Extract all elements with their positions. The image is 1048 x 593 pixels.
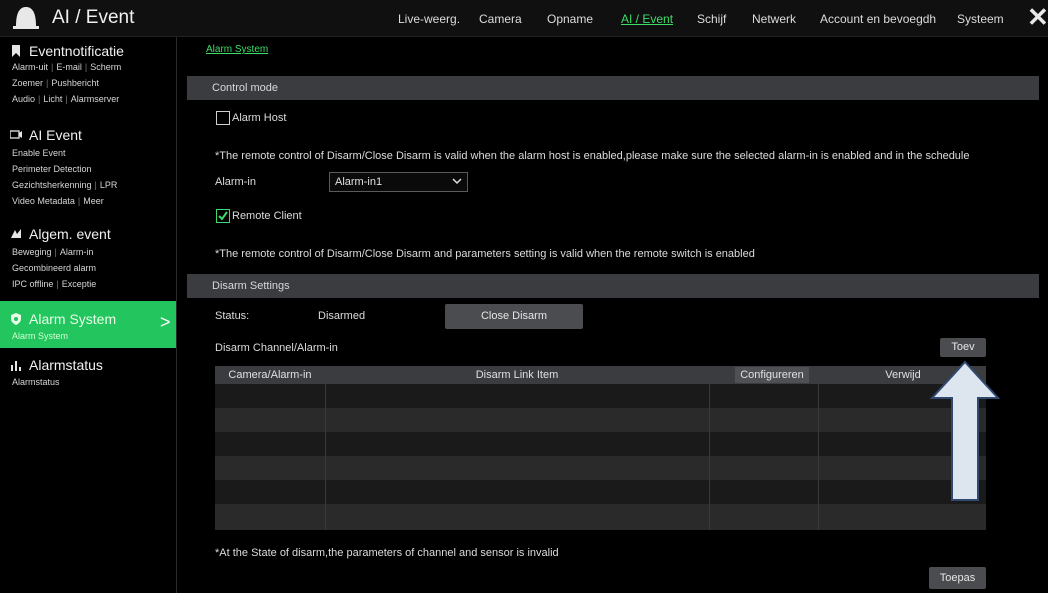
chevron-right-icon: > — [160, 312, 171, 332]
nav-recording[interactable]: Opname — [547, 12, 593, 26]
sidebar-line: Zoemer | Pushbericht — [12, 78, 99, 88]
sidebar-heading-alarm-status[interactable]: Alarmstatus — [10, 357, 103, 373]
section-header-control-mode: Control mode — [187, 76, 1039, 100]
chevron-down-icon — [452, 178, 462, 185]
checkmark-icon — [218, 211, 228, 221]
section-header-disarm-settings: Disarm Settings — [187, 274, 1039, 298]
nav-disk[interactable]: Schijf — [697, 12, 726, 26]
sidebar-item-alarm-system[interactable]: Alarm System Alarm System > — [0, 301, 176, 348]
sidebar-item-alarm-out[interactable]: Alarm-uit — [12, 62, 48, 72]
column-divider — [325, 384, 326, 530]
table-row — [215, 504, 986, 530]
sidebar-heading-event-notification[interactable]: Eventnotificatie — [10, 43, 124, 59]
sidebar-line: Alarm-uit | E-mail | Scherm — [12, 62, 122, 72]
sidebar-item-exception[interactable]: Exceptie — [62, 279, 97, 289]
sidebar-item-buzzer[interactable]: Zoemer — [12, 78, 43, 88]
sidebar-item-lpr[interactable]: LPR — [100, 180, 118, 190]
sidebar-heading-ai-event[interactable]: AI Event — [10, 127, 82, 143]
apply-button[interactable]: Toepas — [929, 567, 986, 589]
nav-live-view[interactable]: Live-weerg. — [398, 12, 460, 26]
sidebar-item-combined-alarm[interactable]: Gecombineerd alarm — [12, 263, 96, 273]
table-row — [215, 456, 986, 480]
sidebar-heading-alarm-system: Alarm System — [10, 311, 116, 327]
sidebar-item-light[interactable]: Licht — [43, 94, 62, 104]
alarm-in-label: Alarm-in — [215, 176, 256, 188]
top-bar: AI / Event Live-weerg. Camera Opname AI … — [0, 0, 1048, 37]
nav-account[interactable]: Account en bevoegdh — [820, 12, 936, 26]
alarm-host-note: *The remote control of Disarm/Close Disa… — [215, 150, 970, 162]
sidebar-subitem-alarm-system[interactable]: Alarm System — [12, 331, 68, 341]
alarm-host-label: Alarm Host — [232, 112, 287, 124]
sidebar-item-motion[interactable]: Beweging — [12, 247, 52, 257]
disarm-table: Camera/Alarm-in Disarm Link Item Configu… — [215, 366, 986, 530]
column-divider — [818, 384, 819, 530]
nav-camera[interactable]: Camera — [479, 12, 522, 26]
sidebar-item-perimeter-detection[interactable]: Perimeter Detection — [12, 164, 92, 174]
main-content: Alarm System Control mode Alarm Host *Th… — [177, 37, 1048, 593]
sidebar-line: Video Metadata | Meer — [12, 196, 104, 206]
top-nav: Live-weerg. Camera Opname AI / Event Sch… — [0, 12, 1048, 28]
close-disarm-button[interactable]: Close Disarm — [445, 304, 583, 329]
sidebar-item-alarm-status[interactable]: Alarmstatus — [12, 377, 60, 387]
ai-camera-icon — [10, 130, 22, 139]
table-header: Camera/Alarm-in Disarm Link Item Configu… — [215, 366, 986, 384]
sidebar-heading-general-event[interactable]: Algem. event — [10, 226, 111, 242]
alarm-host-checkbox[interactable] — [216, 111, 230, 125]
sidebar-item-alarm-in[interactable]: Alarm-in — [60, 247, 94, 257]
column-header-link-item: Disarm Link Item — [475, 369, 559, 381]
breadcrumb[interactable]: Alarm System — [206, 44, 268, 55]
column-header-camera: Camera/Alarm-in — [228, 369, 312, 381]
nav-ai-event[interactable]: AI / Event — [621, 12, 673, 26]
sidebar-line: Gezichtsherkenning | LPR — [12, 180, 118, 190]
shield-icon — [11, 313, 21, 325]
status-value: Disarmed — [318, 310, 366, 322]
sidebar-item-push[interactable]: Pushbericht — [51, 78, 99, 88]
column-header-configure: Configureren — [740, 369, 804, 381]
sidebar-item-ipc-offline[interactable]: IPC offline — [12, 279, 53, 289]
disarm-note: *At the State of disarm,the parameters o… — [215, 547, 559, 559]
table-row — [215, 480, 986, 504]
sidebar-item-alarm-server[interactable]: Alarmserver — [71, 94, 120, 104]
column-divider — [709, 384, 710, 530]
sidebar-line: Audio | Licht | Alarmserver — [12, 94, 120, 104]
remote-client-checkbox[interactable] — [216, 209, 230, 223]
general-event-icon — [11, 229, 21, 238]
sidebar-item-face-recognition[interactable]: Gezichtsherkenning — [12, 180, 92, 190]
close-icon[interactable]: ✕ — [1027, 2, 1048, 32]
remote-client-note: *The remote control of Disarm/Close Disa… — [215, 248, 755, 260]
alarm-status-icon — [11, 361, 21, 371]
table-row — [215, 384, 986, 408]
bookmark-icon — [12, 45, 20, 57]
sidebar-item-screen[interactable]: Scherm — [90, 62, 121, 72]
table-row — [215, 432, 986, 456]
sidebar-item-video-metadata[interactable]: Video Metadata — [12, 196, 75, 206]
remote-client-label: Remote Client — [232, 210, 302, 222]
status-label: Status: — [215, 310, 250, 322]
nav-network[interactable]: Netwerk — [752, 12, 796, 26]
alarm-in-select[interactable]: Alarm-in1 — [329, 172, 468, 192]
sidebar-item-email[interactable]: E-mail — [56, 62, 82, 72]
sidebar: Eventnotificatie Alarm-uit | E-mail | Scherm… — [0, 37, 177, 593]
annotation-arrow-icon — [930, 360, 1000, 501]
disarm-channel-label: Disarm Channel/Alarm-in — [215, 342, 338, 354]
nav-system[interactable]: Systeem — [957, 12, 1004, 26]
sidebar-item-more[interactable]: Meer — [83, 196, 104, 206]
add-button[interactable]: Toev — [940, 338, 986, 357]
table-row — [215, 408, 986, 432]
sidebar-line: IPC offline | Exceptie — [12, 279, 97, 289]
sidebar-item-enable-event[interactable]: Enable Event — [12, 148, 66, 158]
sidebar-item-audio[interactable]: Audio — [12, 94, 35, 104]
sidebar-line: Beweging | Alarm-in — [12, 247, 94, 257]
